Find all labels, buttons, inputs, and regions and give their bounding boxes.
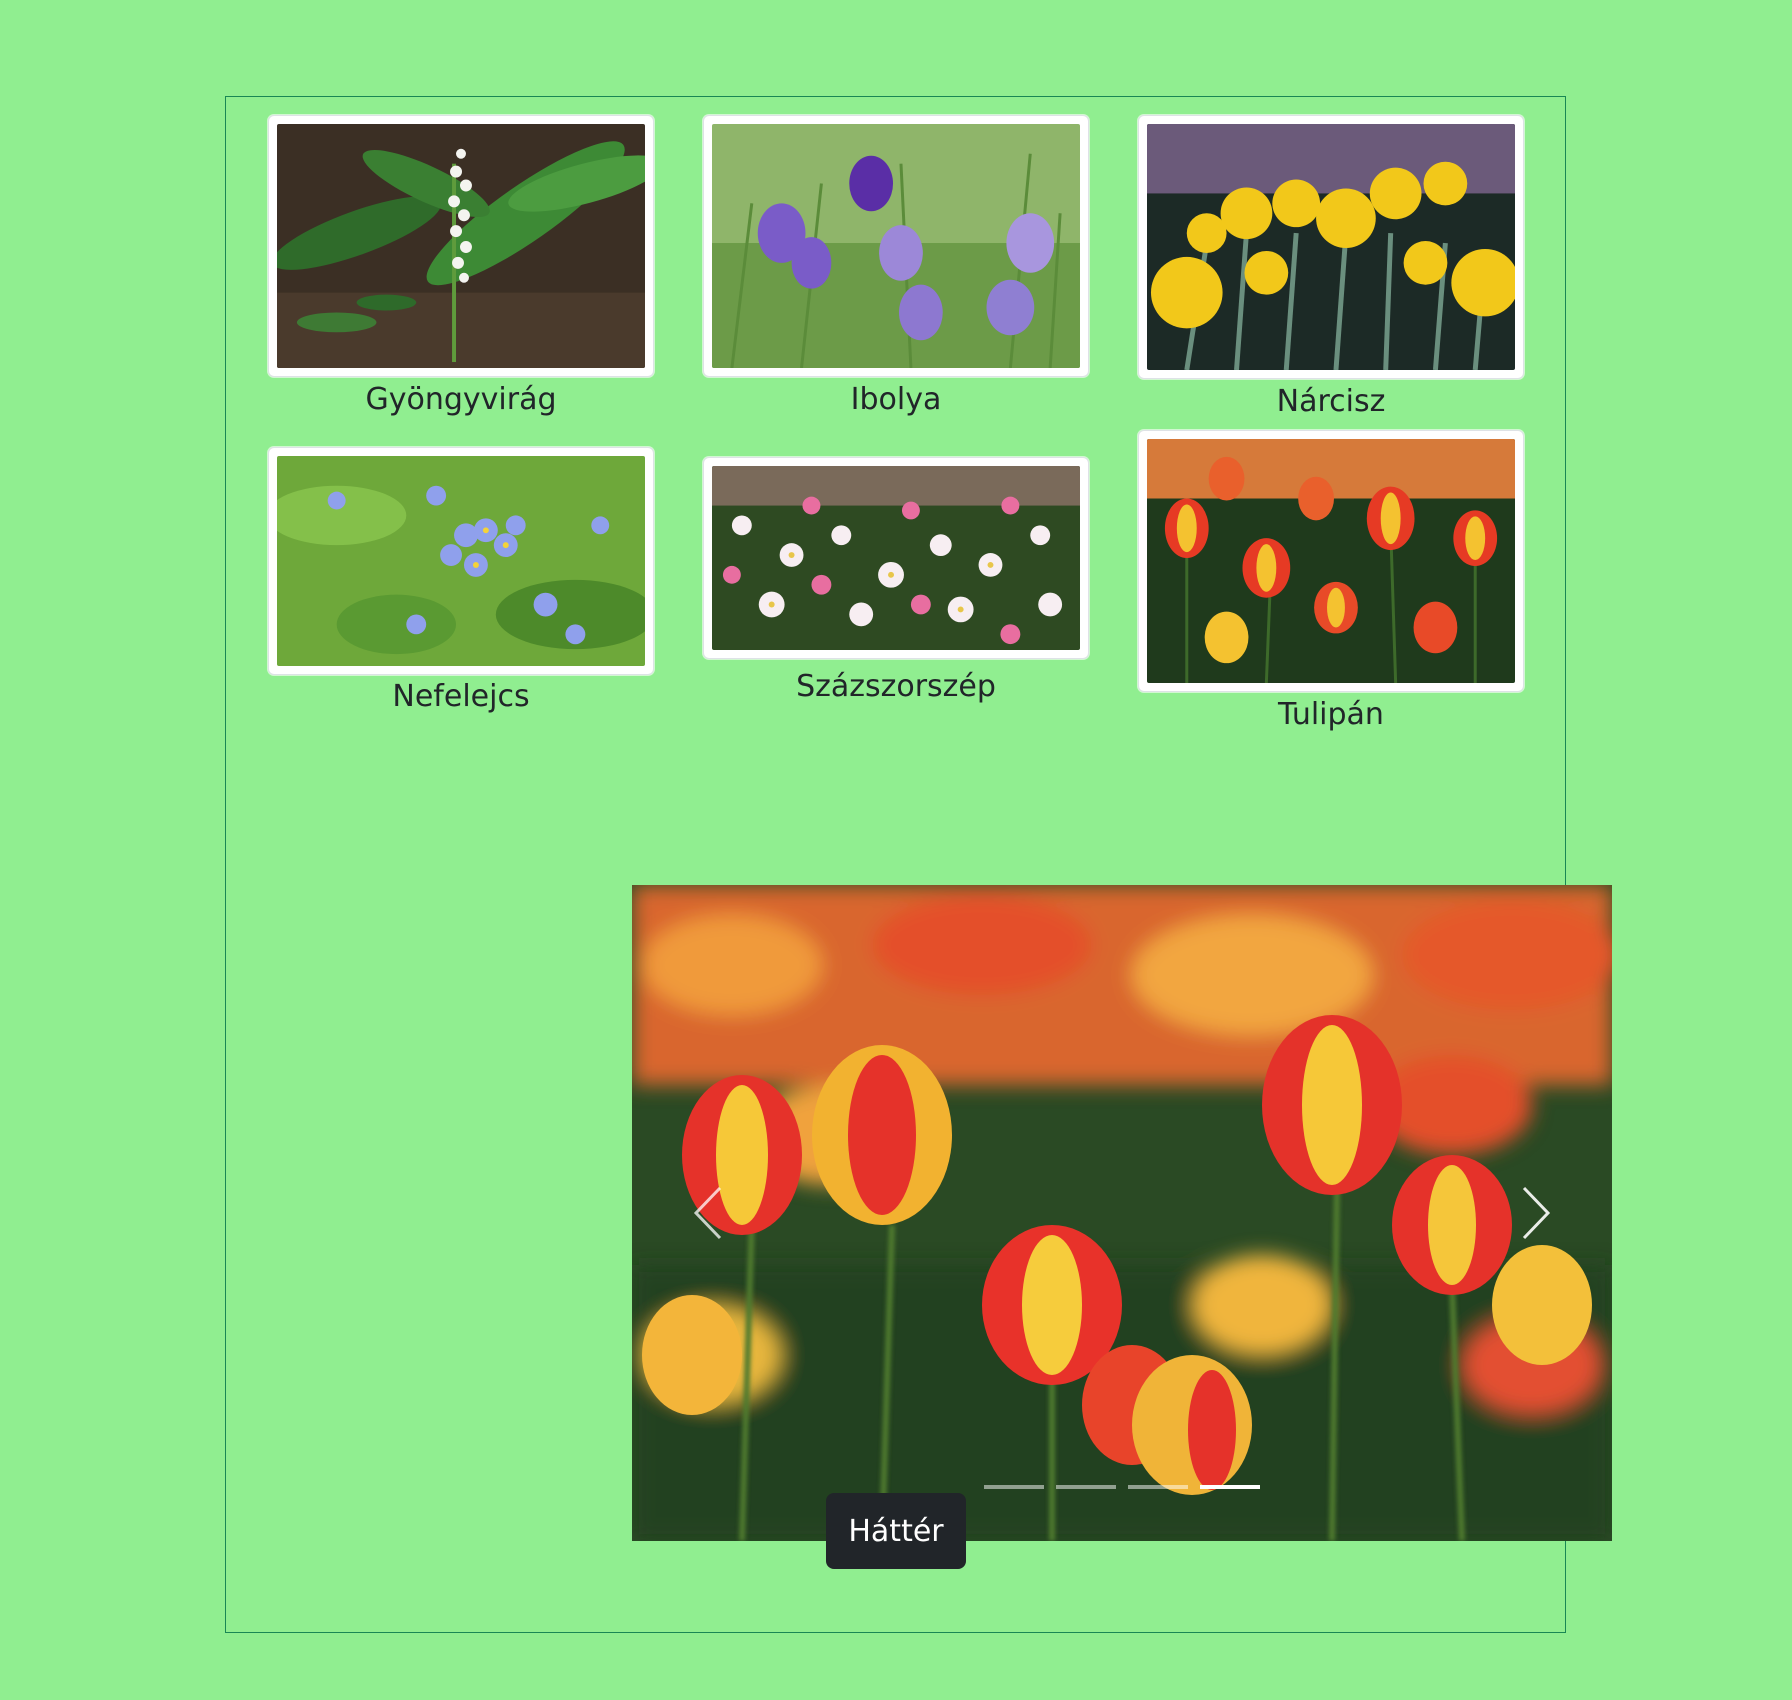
carousel-prev-button[interactable] [632, 885, 782, 1541]
thumbnail-szazszorszep[interactable] [703, 457, 1089, 659]
daffodil-photo [1147, 124, 1515, 370]
carousel-next-button[interactable] [1462, 885, 1612, 1541]
tulip-photo [1147, 439, 1515, 683]
caption-gyongyvirag: Gyöngyvirág [365, 382, 557, 417]
forget-me-not-photo [277, 456, 645, 666]
violet-photo [712, 124, 1080, 368]
carousel-indicator-3[interactable] [1128, 1485, 1188, 1489]
carousel-indicators [632, 1485, 1612, 1489]
carousel-indicator-4[interactable] [1200, 1485, 1260, 1489]
background-button[interactable]: Háttér [826, 1493, 966, 1569]
thumbnail-nefelejcs[interactable] [268, 447, 654, 675]
chevron-right-icon [1522, 1186, 1551, 1240]
caption-ibolya: Ibolya [850, 382, 942, 417]
thumbnail-gyongyvirag[interactable] [268, 115, 654, 377]
carousel-indicator-2[interactable] [1056, 1485, 1116, 1489]
caption-nefelejcs: Nefelejcs [392, 679, 530, 714]
caption-tulipan: Tulipán [1278, 697, 1384, 732]
image-carousel[interactable] [632, 885, 1612, 1541]
main-container: Gyöngyvirág Ibolya Nárcisz Nefelejcs Szá… [225, 96, 1612, 1633]
thumbnail-ibolya[interactable] [703, 115, 1089, 377]
caption-szazszorszep: Százszorszép [796, 669, 996, 704]
carousel-indicator-1[interactable] [984, 1485, 1044, 1489]
thumbnail-tulipan[interactable] [1138, 430, 1524, 692]
chevron-left-icon [693, 1186, 722, 1240]
lily-of-the-valley-photo [277, 124, 645, 368]
thumbnail-narcisz[interactable] [1138, 115, 1524, 379]
caption-narcisz: Nárcisz [1276, 384, 1386, 419]
daisy-photo [712, 466, 1080, 650]
